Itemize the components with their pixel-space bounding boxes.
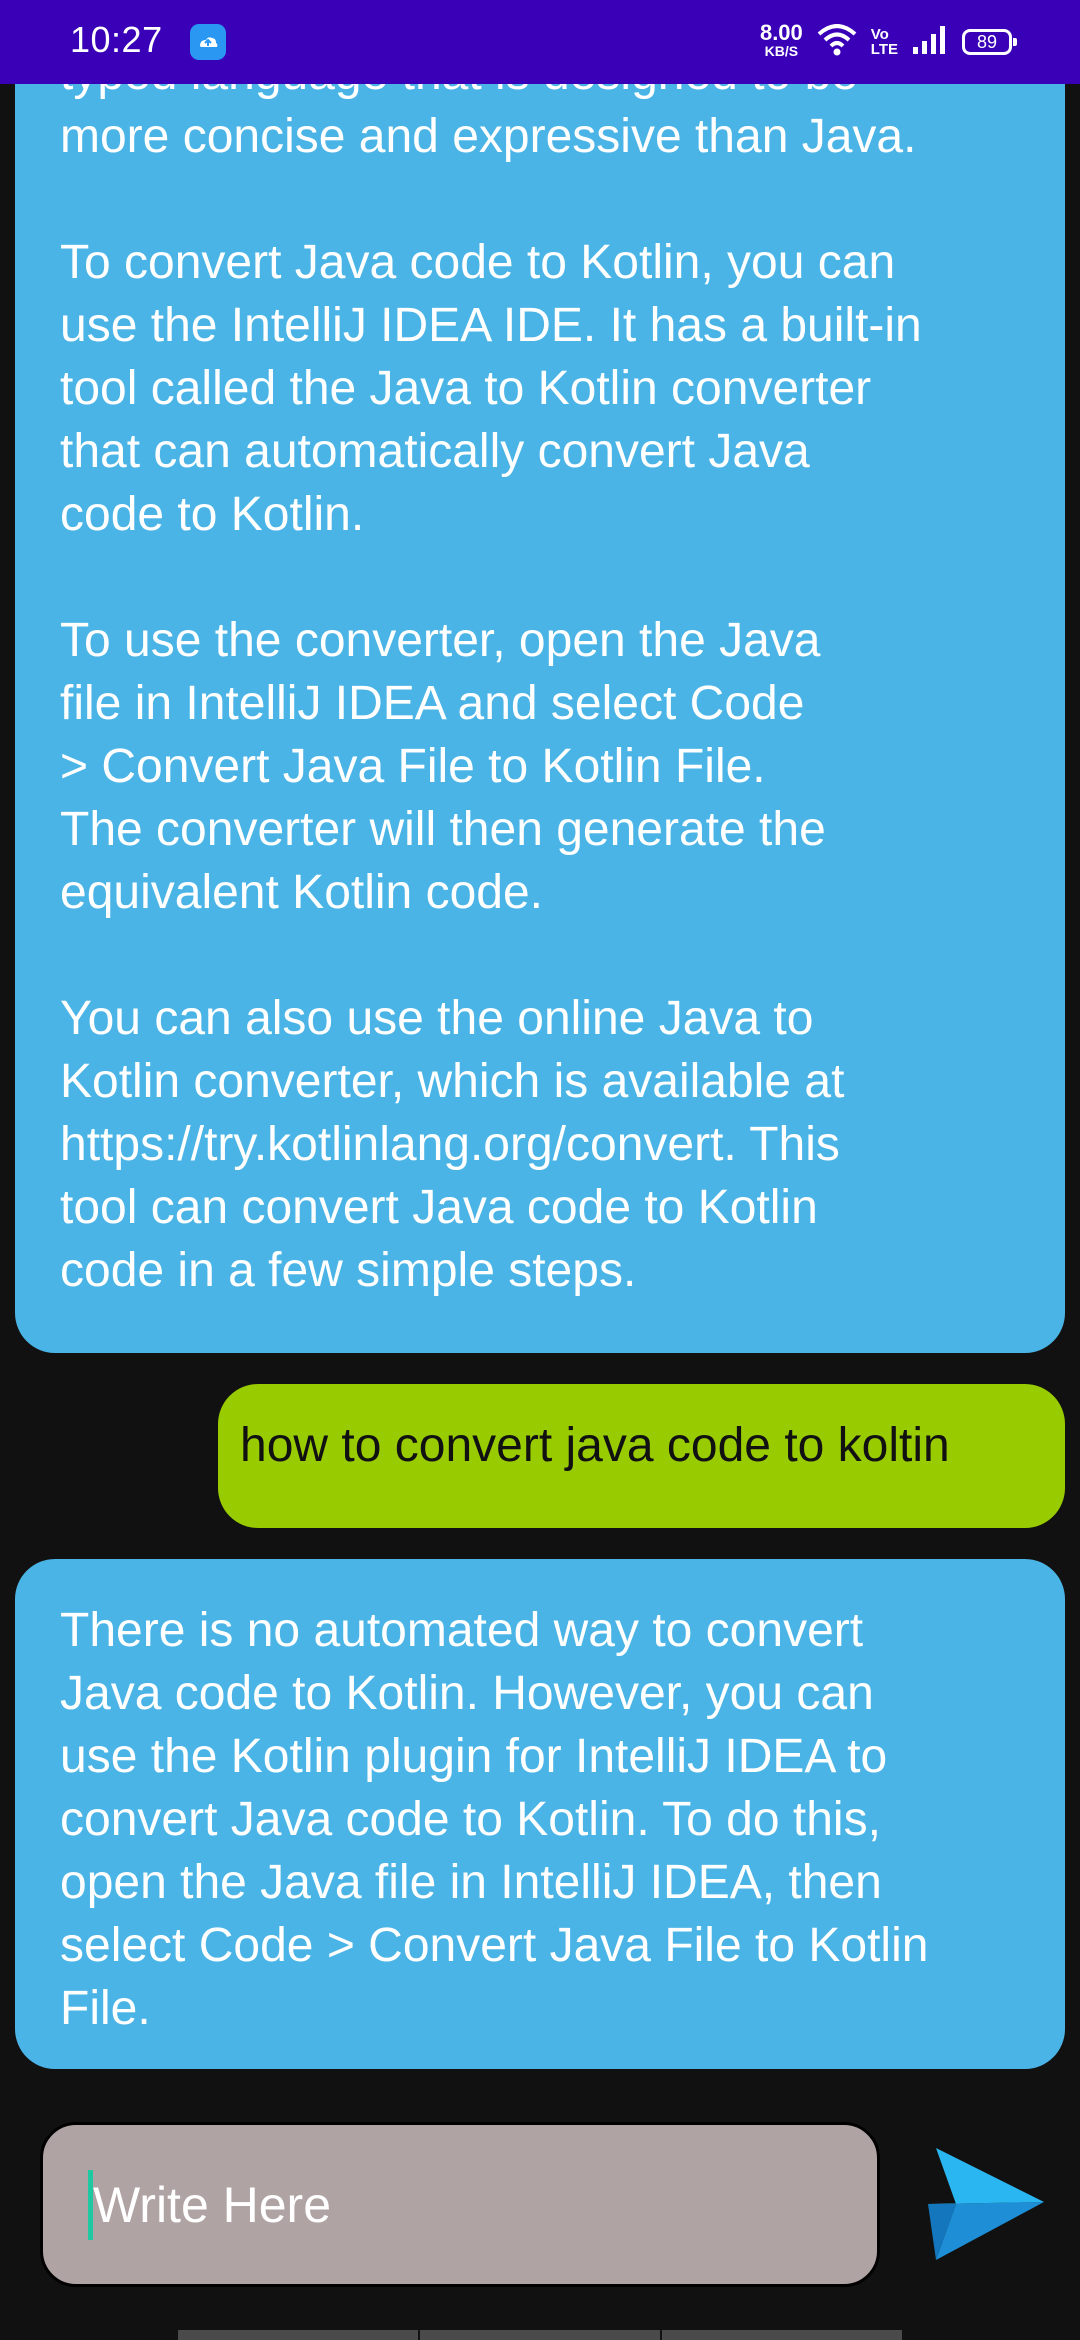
send-button[interactable] [916, 2142, 1056, 2267]
nav-segment [662, 2330, 902, 2340]
send-arrow-icon [928, 2148, 1044, 2260]
nav-segment [420, 2330, 662, 2340]
app-notification-icon [190, 24, 226, 60]
volte-top-label: Vo [870, 26, 889, 43]
chat-screen: 10:27 8.00 KB/S Vo LTE 89 more concise a… [0, 0, 1080, 2340]
battery-icon: 89 [962, 29, 1017, 55]
message-paragraph: To convert Java code to Kotlin, you can … [60, 236, 922, 541]
bot-message: typed language that is designed to be mo… [15, 40, 1065, 1353]
network-speed-indicator: 8.00 KB/S [759, 20, 803, 60]
message-paragraph: You can also use the online Java to Kotl… [60, 992, 845, 1297]
status-time: 10:27 [70, 19, 163, 60]
volte-indicator: Vo LTE [871, 27, 898, 57]
navigation-gesture-bar[interactable] [178, 2330, 902, 2340]
status-bar: 10:27 8.00 KB/S Vo LTE 89 [0, 0, 1080, 84]
message-paragraph: There is no automated way to convert Jav… [60, 1604, 929, 2035]
nav-segment [178, 2330, 420, 2340]
user-message: how to convert java code to koltin [218, 1384, 1065, 1528]
wifi-icon [817, 23, 857, 61]
message-input-container[interactable] [40, 2122, 880, 2287]
volte-bottom-label: LTE [870, 41, 898, 58]
message-input[interactable] [93, 2175, 813, 2234]
network-speed-value: 8.00 [759, 20, 803, 45]
battery-level: 89 [976, 31, 998, 52]
network-speed-unit: KB/S [764, 43, 799, 59]
status-right-cluster: 8.00 KB/S Vo LTE 89 [759, 18, 1017, 66]
signal-strength-icon [912, 25, 948, 60]
bot-message: There is no automated way to convert Jav… [15, 1559, 1065, 2069]
message-paragraph: To use the converter, open the Java file… [60, 614, 826, 919]
user-message-text: how to convert java code to koltin [240, 1419, 950, 1472]
